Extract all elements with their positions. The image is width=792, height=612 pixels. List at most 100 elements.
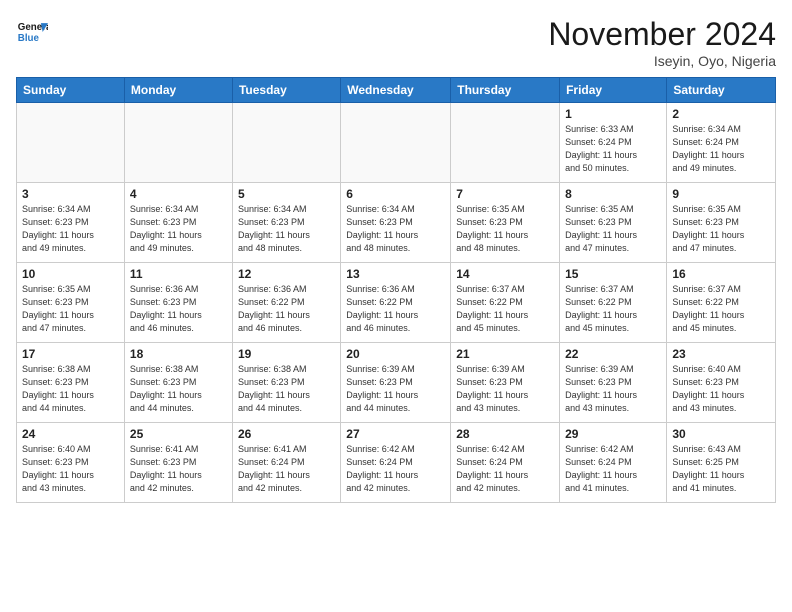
day-info: Sunrise: 6:38 AM Sunset: 6:23 PM Dayligh…: [130, 363, 227, 415]
day-number: 4: [130, 187, 227, 201]
header: General Blue November 2024 Iseyin, Oyo, …: [16, 16, 776, 69]
calendar-cell: 5 Sunrise: 6:34 AM Sunset: 6:23 PM Daylig…: [232, 183, 340, 263]
day-number: 25: [130, 427, 227, 441]
day-info: Sunrise: 6:38 AM Sunset: 6:23 PM Dayligh…: [22, 363, 119, 415]
day-number: 30: [672, 427, 770, 441]
col-sunday: Sunday: [17, 78, 125, 103]
day-info: Sunrise: 6:34 AM Sunset: 6:24 PM Dayligh…: [672, 123, 770, 175]
month-title: November 2024: [548, 16, 776, 53]
location: Iseyin, Oyo, Nigeria: [548, 53, 776, 69]
day-number: 12: [238, 267, 335, 281]
week-row-2: 3 Sunrise: 6:34 AM Sunset: 6:23 PM Daylig…: [17, 183, 776, 263]
day-info: Sunrise: 6:36 AM Sunset: 6:22 PM Dayligh…: [238, 283, 335, 335]
day-info: Sunrise: 6:41 AM Sunset: 6:24 PM Dayligh…: [238, 443, 335, 495]
day-info: Sunrise: 6:42 AM Sunset: 6:24 PM Dayligh…: [565, 443, 661, 495]
calendar-cell: [341, 103, 451, 183]
page: General Blue November 2024 Iseyin, Oyo, …: [0, 0, 792, 612]
col-thursday: Thursday: [451, 78, 560, 103]
day-number: 6: [346, 187, 445, 201]
calendar-cell: 4 Sunrise: 6:34 AM Sunset: 6:23 PM Daylig…: [124, 183, 232, 263]
day-info: Sunrise: 6:35 AM Sunset: 6:23 PM Dayligh…: [672, 203, 770, 255]
calendar-cell: 28Sunrise: 6:42 AM Sunset: 6:24 PM Dayli…: [451, 423, 560, 503]
day-number: 13: [346, 267, 445, 281]
calendar-cell: 8 Sunrise: 6:35 AM Sunset: 6:23 PM Daylig…: [560, 183, 667, 263]
day-number: 21: [456, 347, 554, 361]
day-info: Sunrise: 6:38 AM Sunset: 6:23 PM Dayligh…: [238, 363, 335, 415]
day-number: 5: [238, 187, 335, 201]
day-number: 22: [565, 347, 661, 361]
day-info: Sunrise: 6:35 AM Sunset: 6:23 PM Dayligh…: [22, 283, 119, 335]
calendar-cell: 11 Sunrise: 6:36 AM Sunset: 6:23 PM Dayli…: [124, 263, 232, 343]
day-info: Sunrise: 6:41 AM Sunset: 6:23 PM Dayligh…: [130, 443, 227, 495]
calendar-cell: 13 Sunrise: 6:36 AM Sunset: 6:22 PM Dayli…: [341, 263, 451, 343]
day-info: Sunrise: 6:36 AM Sunset: 6:23 PM Dayligh…: [130, 283, 227, 335]
day-info: Sunrise: 6:39 AM Sunset: 6:23 PM Dayligh…: [565, 363, 661, 415]
day-number: 27: [346, 427, 445, 441]
day-info: Sunrise: 6:40 AM Sunset: 6:23 PM Dayligh…: [22, 443, 119, 495]
calendar-cell: 15 Sunrise: 6:37 AM Sunset: 6:22 PM Dayli…: [560, 263, 667, 343]
calendar-cell: 17 Sunrise: 6:38 AM Sunset: 6:23 PM Dayli…: [17, 343, 125, 423]
day-number: 15: [565, 267, 661, 281]
day-info: Sunrise: 6:34 AM Sunset: 6:23 PM Dayligh…: [346, 203, 445, 255]
calendar-cell: 10Sunrise: 6:35 AM Sunset: 6:23 PM Dayli…: [17, 263, 125, 343]
day-info: Sunrise: 6:37 AM Sunset: 6:22 PM Dayligh…: [565, 283, 661, 335]
day-info: Sunrise: 6:40 AM Sunset: 6:23 PM Dayligh…: [672, 363, 770, 415]
col-saturday: Saturday: [667, 78, 776, 103]
day-number: 11: [130, 267, 227, 281]
calendar-cell: 27 Sunrise: 6:42 AM Sunset: 6:24 PM Dayli…: [341, 423, 451, 503]
day-info: Sunrise: 6:39 AM Sunset: 6:23 PM Dayligh…: [346, 363, 445, 415]
day-info: Sunrise: 6:34 AM Sunset: 6:23 PM Dayligh…: [238, 203, 335, 255]
day-number: 7: [456, 187, 554, 201]
day-number: 9: [672, 187, 770, 201]
col-friday: Friday: [560, 78, 667, 103]
calendar-cell: 6 Sunrise: 6:34 AM Sunset: 6:23 PM Daylig…: [341, 183, 451, 263]
title-block: November 2024 Iseyin, Oyo, Nigeria: [548, 16, 776, 69]
day-info: Sunrise: 6:35 AM Sunset: 6:23 PM Dayligh…: [456, 203, 554, 255]
calendar-cell: 20Sunrise: 6:39 AM Sunset: 6:23 PM Dayli…: [341, 343, 451, 423]
week-row-5: 24 Sunrise: 6:40 AM Sunset: 6:23 PM Dayli…: [17, 423, 776, 503]
calendar-cell: [17, 103, 125, 183]
calendar-header-row: Sunday Monday Tuesday Wednesday Thursday…: [17, 78, 776, 103]
col-wednesday: Wednesday: [341, 78, 451, 103]
logo-icon: General Blue: [16, 16, 48, 48]
calendar-cell: 18 Sunrise: 6:38 AM Sunset: 6:23 PM Dayli…: [124, 343, 232, 423]
week-row-3: 10Sunrise: 6:35 AM Sunset: 6:23 PM Dayli…: [17, 263, 776, 343]
col-tuesday: Tuesday: [232, 78, 340, 103]
day-info: Sunrise: 6:37 AM Sunset: 6:22 PM Dayligh…: [672, 283, 770, 335]
day-info: Sunrise: 6:34 AM Sunset: 6:23 PM Dayligh…: [22, 203, 119, 255]
calendar-cell: [451, 103, 560, 183]
calendar-cell: 1Sunrise: 6:33 AM Sunset: 6:24 PM Daylig…: [560, 103, 667, 183]
calendar-cell: 30Sunrise: 6:43 AM Sunset: 6:25 PM Dayli…: [667, 423, 776, 503]
day-number: 3: [22, 187, 119, 201]
calendar-cell: 24 Sunrise: 6:40 AM Sunset: 6:23 PM Dayli…: [17, 423, 125, 503]
day-info: Sunrise: 6:42 AM Sunset: 6:24 PM Dayligh…: [346, 443, 445, 495]
calendar-cell: 19 Sunrise: 6:38 AM Sunset: 6:23 PM Dayli…: [232, 343, 340, 423]
calendar-cell: 3 Sunrise: 6:34 AM Sunset: 6:23 PM Daylig…: [17, 183, 125, 263]
day-info: Sunrise: 6:35 AM Sunset: 6:23 PM Dayligh…: [565, 203, 661, 255]
day-number: 2: [672, 107, 770, 121]
calendar-cell: 12 Sunrise: 6:36 AM Sunset: 6:22 PM Dayli…: [232, 263, 340, 343]
day-number: 19: [238, 347, 335, 361]
week-row-1: 1Sunrise: 6:33 AM Sunset: 6:24 PM Daylig…: [17, 103, 776, 183]
day-number: 14: [456, 267, 554, 281]
calendar-cell: 7 Sunrise: 6:35 AM Sunset: 6:23 PM Daylig…: [451, 183, 560, 263]
day-number: 17: [22, 347, 119, 361]
calendar: Sunday Monday Tuesday Wednesday Thursday…: [16, 77, 776, 503]
day-number: 16: [672, 267, 770, 281]
calendar-cell: 9 Sunrise: 6:35 AM Sunset: 6:23 PM Daylig…: [667, 183, 776, 263]
day-number: 8: [565, 187, 661, 201]
calendar-cell: 22 Sunrise: 6:39 AM Sunset: 6:23 PM Dayli…: [560, 343, 667, 423]
day-info: Sunrise: 6:37 AM Sunset: 6:22 PM Dayligh…: [456, 283, 554, 335]
logo: General Blue: [16, 16, 48, 48]
calendar-cell: 14 Sunrise: 6:37 AM Sunset: 6:22 PM Dayli…: [451, 263, 560, 343]
svg-text:Blue: Blue: [18, 33, 40, 44]
calendar-cell: 23 Sunrise: 6:40 AM Sunset: 6:23 PM Dayli…: [667, 343, 776, 423]
day-number: 18: [130, 347, 227, 361]
day-number: 24: [22, 427, 119, 441]
day-info: Sunrise: 6:33 AM Sunset: 6:24 PM Dayligh…: [565, 123, 661, 175]
calendar-cell: 25 Sunrise: 6:41 AM Sunset: 6:23 PM Dayli…: [124, 423, 232, 503]
day-number: 28: [456, 427, 554, 441]
day-number: 23: [672, 347, 770, 361]
day-info: Sunrise: 6:34 AM Sunset: 6:23 PM Dayligh…: [130, 203, 227, 255]
day-info: Sunrise: 6:36 AM Sunset: 6:22 PM Dayligh…: [346, 283, 445, 335]
